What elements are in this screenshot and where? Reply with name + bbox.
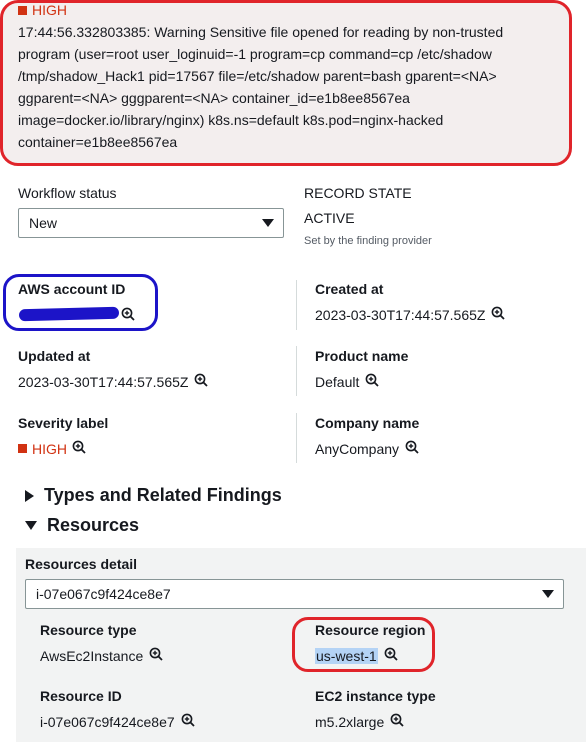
zoom-in-icon[interactable]	[194, 373, 209, 390]
severity-label-text: HIGH	[32, 440, 67, 457]
company-name-text: AnyCompany	[315, 440, 400, 457]
types-section-toggle[interactable]: Types and Related Findings	[25, 485, 282, 506]
updated-at-text: 2023-03-30T17:44:57.565Z	[18, 373, 189, 390]
finding-line: container=e1b8ee8567ea	[18, 134, 178, 150]
created-at-value: 2023-03-30T17:44:57.565Z	[315, 306, 506, 323]
resource-type-label: Resource type	[40, 622, 137, 638]
workflow-status-value: New	[29, 215, 58, 231]
zoom-in-icon[interactable]	[405, 440, 419, 457]
resource-type-value: AwsEc2Instance	[40, 647, 163, 664]
record-state-label: RECORD STATE	[304, 185, 412, 201]
finding-line: ggparent=<NA> gggparent=<NA> container_i…	[18, 90, 410, 106]
caret-right-icon	[25, 489, 34, 502]
annotation-blue-oval	[3, 274, 158, 331]
finding-line: 17:44:56.332803385: Warning Sensitive fi…	[18, 24, 504, 40]
workflow-status-label: Workflow status	[18, 185, 117, 201]
product-name-label: Product name	[315, 348, 409, 364]
column-divider	[296, 280, 297, 330]
finding-line: program (user=root user_loginuid=-1 prog…	[18, 46, 492, 62]
resource-type-text: AwsEc2Instance	[40, 647, 144, 664]
zoom-in-icon[interactable]	[149, 647, 163, 664]
finding-line: /tmp/shadow_Hack1 pid=17567 file=/etc/sh…	[18, 68, 497, 84]
zoom-in-icon[interactable]	[181, 713, 195, 730]
finding-severity-label: HIGH	[32, 2, 67, 18]
ec2-instance-type-text: m5.2xlarge	[315, 713, 385, 730]
product-name-value: Default	[315, 373, 379, 390]
caret-down-icon	[25, 521, 37, 530]
workflow-status-select[interactable]: New	[18, 208, 284, 238]
red-square-icon	[18, 444, 27, 453]
severity-label-value: HIGH	[18, 440, 86, 457]
caret-down-icon	[542, 590, 554, 598]
caret-down-icon	[262, 219, 274, 227]
resources-detail-value: i-07e067c9f424ce8e7	[36, 586, 171, 602]
resource-id-text: i-07e067c9f424ce8e7	[40, 713, 175, 730]
column-divider	[296, 346, 297, 396]
red-square-icon	[18, 5, 27, 15]
zoom-in-icon[interactable]	[365, 373, 379, 390]
annotation-red-oval	[292, 617, 435, 672]
zoom-in-icon[interactable]	[491, 306, 506, 323]
resources-detail-select[interactable]: i-07e067c9f424ce8e7	[25, 579, 564, 609]
types-section-title: Types and Related Findings	[44, 485, 282, 505]
company-name-value: AnyCompany	[315, 440, 419, 457]
resources-detail-label: Resources detail	[25, 556, 138, 572]
product-name-text: Default	[315, 373, 360, 390]
column-divider	[296, 413, 297, 463]
created-at-text: 2023-03-30T17:44:57.565Z	[315, 306, 486, 323]
resource-id-value: i-07e067c9f424ce8e7	[40, 713, 195, 730]
record-state-value: ACTIVE	[304, 210, 355, 226]
updated-at-value: 2023-03-30T17:44:57.565Z	[18, 373, 209, 390]
record-state-note: Set by the finding provider	[304, 235, 432, 247]
finding-text: 17:44:56.332803385: Warning Sensitive fi…	[18, 21, 538, 153]
resources-section-toggle[interactable]: Resources	[25, 515, 139, 536]
zoom-in-icon[interactable]	[390, 713, 404, 730]
zoom-in-icon[interactable]	[72, 440, 86, 457]
finding-line: image=docker.io/library/nginx) k8s.ns=de…	[18, 112, 444, 128]
updated-at-label: Updated at	[18, 348, 91, 364]
ec2-instance-type-value: m5.2xlarge	[315, 713, 404, 730]
company-name-label: Company name	[315, 415, 420, 431]
resources-section-title: Resources	[47, 515, 140, 535]
ec2-instance-type-label: EC2 instance type	[315, 688, 436, 704]
severity-label-label: Severity label	[18, 415, 109, 431]
resource-id-label: Resource ID	[40, 688, 122, 704]
finding-severity: HIGH	[18, 2, 67, 18]
created-at-label: Created at	[315, 281, 384, 297]
